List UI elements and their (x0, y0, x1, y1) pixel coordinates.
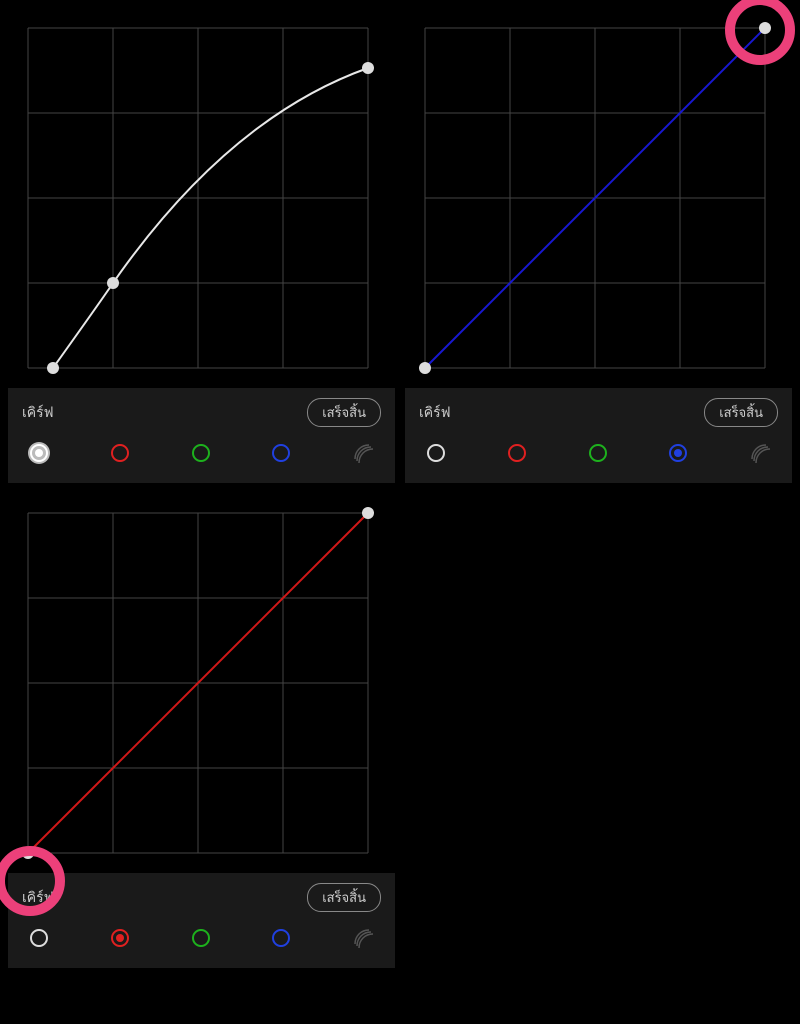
curve-point[interactable] (22, 847, 34, 859)
channel-green[interactable] (190, 442, 212, 464)
panel-label: เคิร์ฟ (22, 887, 54, 909)
channel-white[interactable] (425, 442, 447, 464)
panel-label: เคิร์ฟ (22, 402, 54, 424)
done-button[interactable]: เสร็จสิ้น (307, 398, 381, 427)
curve-point[interactable] (419, 362, 431, 374)
channel-blue[interactable] (667, 442, 689, 464)
target-adjust-icon[interactable] (748, 441, 772, 465)
channel-white[interactable] (28, 927, 50, 949)
channel-red[interactable] (109, 442, 131, 464)
curve-controls: เคิร์ฟ เสร็จสิ้น (405, 388, 792, 483)
target-adjust-icon[interactable] (351, 926, 375, 950)
channel-green[interactable] (587, 442, 609, 464)
channel-blue[interactable] (270, 927, 292, 949)
done-button[interactable]: เสร็จสิ้น (307, 883, 381, 912)
curve-panel-blue: เคิร์ฟ เสร็จสิ้น (405, 8, 792, 483)
channel-white[interactable] (28, 442, 50, 464)
curve-controls: เคิร์ฟ เสร็จสิ้น (8, 388, 395, 483)
curve-panel-white: เคิร์ฟ เสร็จสิ้น (8, 8, 395, 483)
curve-panel-red: เคิร์ฟ เสร็จสิ้น (8, 493, 395, 968)
channel-red[interactable] (109, 927, 131, 949)
done-button[interactable]: เสร็จสิ้น (704, 398, 778, 427)
curve-point[interactable] (47, 362, 59, 374)
curve-editor[interactable] (405, 8, 785, 388)
curve-editor[interactable] (8, 8, 388, 388)
curve-controls: เคิร์ฟ เสร็จสิ้น (8, 873, 395, 968)
panel-label: เคิร์ฟ (419, 402, 451, 424)
curve-point[interactable] (362, 62, 374, 74)
channel-red[interactable] (506, 442, 528, 464)
curve-point[interactable] (107, 277, 119, 289)
target-adjust-icon[interactable] (351, 441, 375, 465)
curve-point[interactable] (759, 22, 771, 34)
curve-point[interactable] (362, 507, 374, 519)
channel-green[interactable] (190, 927, 212, 949)
channel-blue[interactable] (270, 442, 292, 464)
curve-editor[interactable] (8, 493, 388, 873)
